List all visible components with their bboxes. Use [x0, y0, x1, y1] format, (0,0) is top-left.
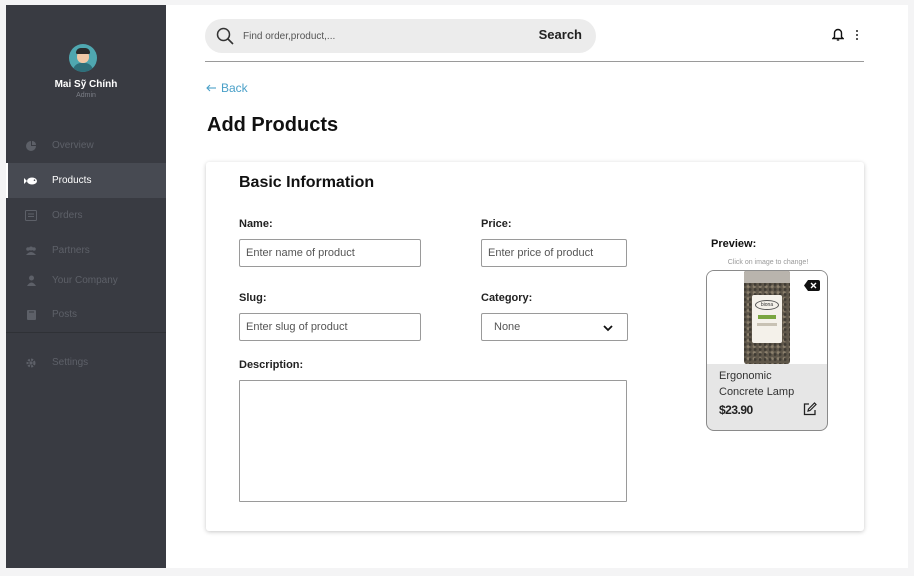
search-button[interactable]: Search	[539, 27, 582, 42]
search-icon[interactable]	[216, 27, 234, 50]
search-bar: Search	[205, 19, 596, 53]
gear-icon	[24, 356, 38, 370]
slug-label: Slug:	[239, 292, 267, 304]
sidebar-item-label: Products	[52, 175, 92, 186]
category-selected-value: None	[494, 321, 521, 333]
category-label: Category:	[481, 292, 533, 304]
pie-chart-icon	[24, 139, 38, 153]
back-label: Back	[221, 81, 248, 95]
sidebar-item-orders[interactable]: Orders	[6, 198, 166, 233]
product-image-brand: biona	[755, 300, 779, 310]
sidebar: Mai Sỹ Chính Admin Overview Products Ord…	[6, 5, 166, 568]
section-title: Basic Information	[239, 174, 375, 191]
product-form-card: Basic Information Name: Price: Slug: Cat…	[206, 162, 864, 531]
sidebar-item-overview[interactable]: Overview	[6, 128, 166, 163]
description-label: Description:	[239, 359, 304, 371]
bell-icon[interactable]	[831, 27, 845, 46]
sidebar-item-settings[interactable]: Settings	[6, 345, 166, 380]
person-icon	[24, 274, 38, 288]
sidebar-divider	[6, 332, 166, 333]
sidebar-item-label: Your Company	[52, 275, 118, 286]
price-field[interactable]	[481, 239, 627, 267]
name-label: Name:	[239, 218, 273, 230]
arrow-left-icon	[206, 81, 217, 95]
product-preview-card: biona Ergonomic Concrete Lamp $23.90	[706, 270, 828, 431]
search-input[interactable]	[243, 28, 493, 44]
preview-product-name: Ergonomic Concrete Lamp	[719, 370, 795, 398]
group-icon	[24, 244, 38, 258]
page-title: Add Products	[207, 114, 339, 136]
book-icon	[24, 308, 38, 322]
category-select[interactable]: None	[481, 313, 628, 341]
description-field[interactable]	[239, 380, 627, 502]
slug-field[interactable]	[239, 313, 421, 341]
product-image[interactable]: biona	[707, 271, 827, 364]
preview-label: Preview:	[711, 238, 757, 250]
kebab-menu-icon[interactable]	[855, 30, 859, 40]
app-window: Mai Sỹ Chính Admin Overview Products Ord…	[6, 5, 908, 568]
user-role: Admin	[76, 92, 96, 99]
preview-hint: Click on image to change!	[727, 259, 809, 266]
sidebar-item-label: Settings	[52, 357, 89, 368]
price-label: Price:	[481, 218, 512, 230]
back-link[interactable]: Back	[206, 81, 248, 95]
chevron-down-icon	[603, 323, 613, 335]
preview-product-price: $23.90	[719, 403, 753, 417]
user-name: Mai Sỹ Chính	[54, 79, 118, 90]
name-field[interactable]	[239, 239, 421, 267]
sidebar-item-label: Orders	[52, 210, 83, 221]
sidebar-item-products[interactable]: Products	[6, 163, 166, 198]
remove-image-icon[interactable]	[804, 278, 820, 291]
sidebar-item-label: Posts	[52, 309, 78, 320]
header-divider	[205, 61, 864, 62]
sidebar-item-label: Overview	[52, 140, 94, 151]
fish-icon	[24, 174, 38, 188]
receipt-icon	[24, 209, 38, 223]
sidebar-item-posts[interactable]: Posts	[6, 297, 166, 332]
edit-icon[interactable]	[803, 402, 817, 421]
avatar[interactable]	[69, 44, 97, 72]
sidebar-item-label: Partners	[52, 245, 90, 256]
sidebar-item-your-company[interactable]: Your Company	[6, 263, 166, 298]
